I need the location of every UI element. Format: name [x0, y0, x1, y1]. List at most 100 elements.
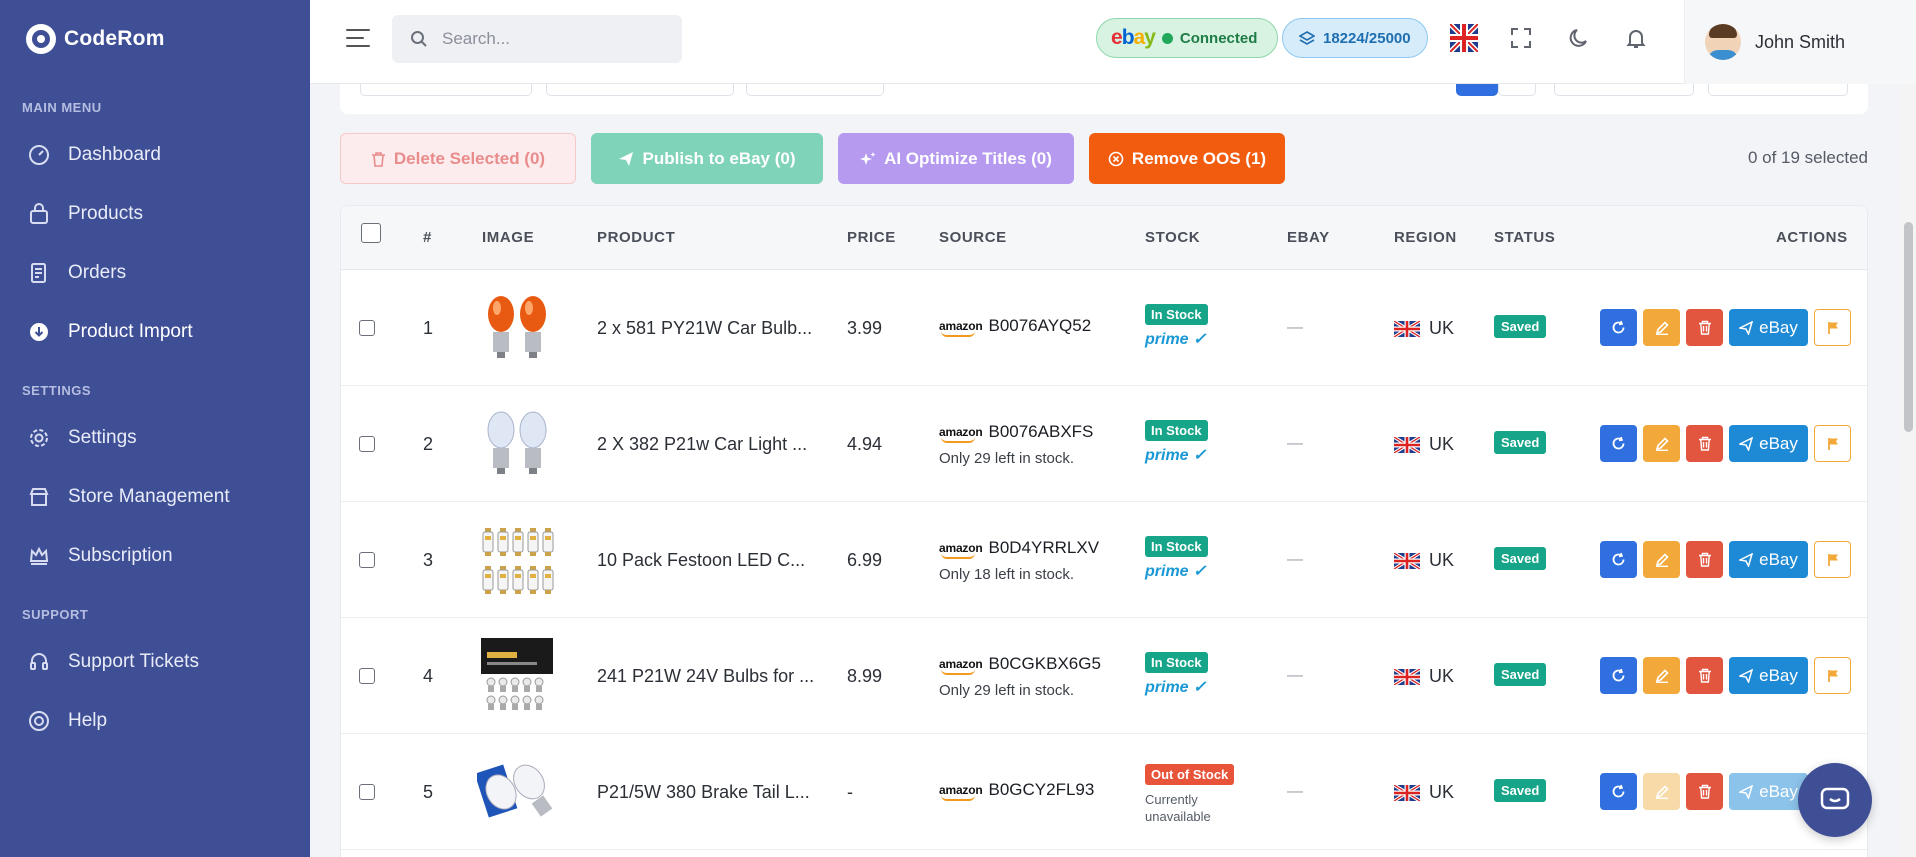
- edit-button[interactable]: [1643, 309, 1680, 346]
- product-title[interactable]: 10 Pack Festoon LED C...: [597, 550, 805, 571]
- status-cell: Saved: [1494, 547, 1547, 570]
- stock-badge: Out of Stock: [1145, 764, 1235, 785]
- publish-ebay-button[interactable]: eBay: [1729, 541, 1808, 578]
- delete-button[interactable]: [1686, 657, 1723, 694]
- filter-select[interactable]: [360, 84, 532, 96]
- sidebar-item-subscription[interactable]: Subscription: [0, 526, 310, 585]
- publish-ebay-button[interactable]: eBay: [1729, 425, 1808, 462]
- search-box[interactable]: [392, 15, 682, 63]
- bell-icon[interactable]: [1622, 24, 1650, 52]
- bag-icon: [28, 202, 50, 225]
- sync-button[interactable]: [1600, 657, 1637, 694]
- row-checkbox[interactable]: [359, 436, 375, 452]
- product-price: 6.99: [847, 550, 883, 570]
- sync-button[interactable]: [1600, 309, 1637, 346]
- publish-ebay-button[interactable]: eBay: [1729, 657, 1808, 694]
- table-row[interactable]: 3 10 Pack Festoon LED C... 6.99 amazon B0D4Y…: [341, 502, 1867, 618]
- product-title[interactable]: P21/5W 380 Brake Tail L...: [597, 782, 810, 803]
- asin-link[interactable]: B0GCY2FL93: [988, 780, 1094, 800]
- product-image[interactable]: [474, 752, 557, 832]
- menu-toggle-icon[interactable]: [346, 29, 370, 49]
- user-menu[interactable]: John Smith: [1684, 0, 1916, 84]
- table-row[interactable]: 5 P21/5W 380 Brake Tail L... - amazon B0GCY2…: [341, 734, 1867, 850]
- ai-optimize-titles-button[interactable]: AI Optimize Titles (0): [838, 133, 1074, 184]
- row-checkbox[interactable]: [359, 552, 375, 568]
- filter-select[interactable]: [1554, 84, 1694, 96]
- sidebar-item-settings[interactable]: Settings: [0, 408, 310, 467]
- edit-button[interactable]: [1643, 773, 1680, 810]
- delete-button[interactable]: [1686, 541, 1723, 578]
- product-title[interactable]: 241 P21W 24V Bulbs for ...: [597, 666, 814, 687]
- delete-button[interactable]: [1686, 309, 1723, 346]
- chat-button[interactable]: [1798, 763, 1872, 837]
- asin-link[interactable]: B0CGKBX6G5: [988, 654, 1100, 674]
- status-badge: Saved: [1494, 663, 1547, 686]
- sidebar-item-support-tickets[interactable]: Support Tickets: [0, 632, 310, 691]
- sidebar-item-product-import[interactable]: Product Import: [0, 302, 310, 361]
- credits-text: 18224/25000: [1323, 29, 1411, 47]
- asin-link[interactable]: B0D4YRRLXV: [988, 538, 1099, 558]
- row-checkbox[interactable]: [359, 320, 375, 336]
- row-checkbox[interactable]: [359, 784, 375, 800]
- sync-button[interactable]: [1600, 773, 1637, 810]
- product-image[interactable]: [477, 288, 557, 368]
- uk-flag-icon: [1394, 784, 1420, 801]
- publish-ebay-button[interactable]: eBay: [1729, 773, 1808, 810]
- product-image[interactable]: [477, 404, 557, 484]
- sidebar-item-orders[interactable]: Orders: [0, 243, 310, 302]
- column-header-number: #: [423, 229, 432, 246]
- sidebar-item-products[interactable]: Products: [0, 184, 310, 243]
- filter-select[interactable]: [746, 84, 884, 96]
- product-image[interactable]: [477, 636, 557, 716]
- scrollbar-thumb[interactable]: [1904, 222, 1913, 432]
- flag-button[interactable]: [1814, 541, 1851, 578]
- pencil-icon: [1655, 320, 1669, 335]
- edit-button[interactable]: [1643, 541, 1680, 578]
- filter-select[interactable]: [1708, 84, 1848, 96]
- select-all-checkbox[interactable]: [361, 223, 381, 243]
- delete-selected-button[interactable]: Delete Selected (0): [340, 133, 576, 184]
- asin-link[interactable]: B0076ABXFS: [988, 422, 1093, 442]
- publish-ebay-button[interactable]: eBay: [1729, 309, 1808, 346]
- dark-mode-icon[interactable]: [1565, 24, 1593, 52]
- credits-badge[interactable]: 18224/25000: [1282, 18, 1428, 58]
- sidebar-item-dashboard[interactable]: Dashboard: [0, 125, 310, 184]
- flag-button[interactable]: [1814, 425, 1851, 462]
- filter-select[interactable]: [546, 84, 734, 96]
- publish-to-ebay-button[interactable]: Publish to eBay (0): [591, 133, 823, 184]
- flag-button[interactable]: [1814, 309, 1851, 346]
- sync-button[interactable]: [1600, 541, 1637, 578]
- column-header-product[interactable]: PRODUCT: [597, 229, 675, 246]
- view-toggle[interactable]: [1498, 84, 1536, 96]
- row-checkbox[interactable]: [359, 668, 375, 684]
- brand[interactable]: CodeRom: [0, 0, 310, 78]
- sidebar-item-help[interactable]: Help: [0, 691, 310, 750]
- column-header-image: IMAGE: [482, 229, 535, 246]
- edit-button[interactable]: [1643, 657, 1680, 694]
- remove-oos-button[interactable]: Remove OOS (1): [1089, 133, 1285, 184]
- sidebar-item-label: Store Management: [68, 485, 230, 507]
- flag-button[interactable]: [1814, 657, 1851, 694]
- search-input[interactable]: [442, 29, 662, 49]
- sync-button[interactable]: [1600, 425, 1637, 462]
- asin-link[interactable]: B0076AYQ52: [988, 316, 1091, 336]
- product-image[interactable]: [477, 520, 557, 600]
- prime-badge: prime ✓: [1145, 563, 1207, 580]
- scrollbar-track[interactable]: [1900, 84, 1916, 857]
- view-toggle-active[interactable]: [1456, 84, 1498, 96]
- delete-button[interactable]: [1686, 773, 1723, 810]
- uk-flag-icon[interactable]: [1450, 24, 1478, 52]
- table-row[interactable]: 4 241 P21W 24V Bulbs for ... 8.99 amazon B0C…: [341, 618, 1867, 734]
- ebay-connection-status[interactable]: ebay Connected: [1096, 18, 1278, 58]
- sidebar-item-store-management[interactable]: Store Management: [0, 467, 310, 526]
- source-cell: amazon B0GCY2FL93: [939, 780, 1094, 801]
- column-header-price[interactable]: PRICE: [847, 229, 896, 246]
- table-row[interactable]: 2 2 X 382 P21w Car Light ... 4.94 amazon B00…: [341, 386, 1867, 502]
- delete-button[interactable]: [1686, 425, 1723, 462]
- top-bar: ebay Connected 18224/25000 John Smith: [310, 0, 1916, 84]
- fullscreen-icon[interactable]: [1507, 24, 1535, 52]
- table-row[interactable]: 1 2 x 581 PY21W Car Bulb... 3.99 amazon B007…: [341, 270, 1867, 386]
- edit-button[interactable]: [1643, 425, 1680, 462]
- product-title[interactable]: 2 x 581 PY21W Car Bulb...: [597, 318, 812, 339]
- product-title[interactable]: 2 X 382 P21w Car Light ...: [597, 434, 807, 455]
